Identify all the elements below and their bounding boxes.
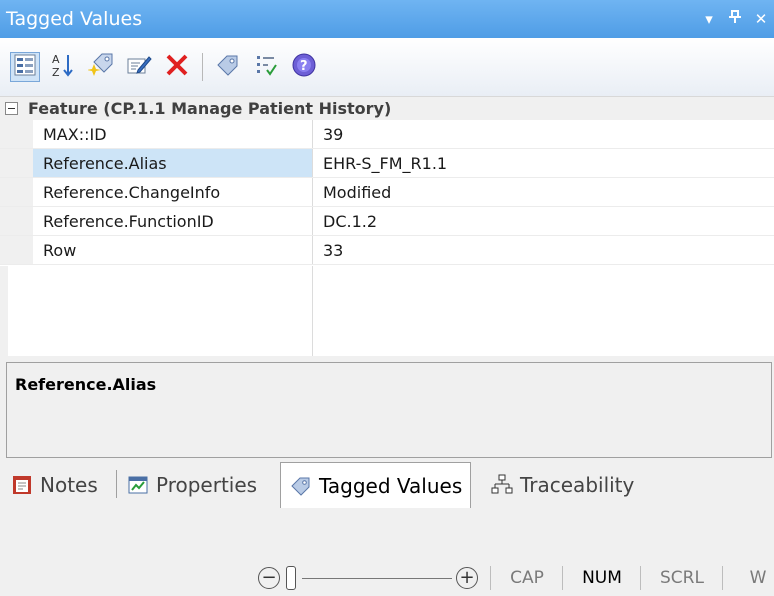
property-row[interactable]: Row 33 — [0, 236, 774, 265]
sort-alphabetical-button[interactable]: AZ — [48, 52, 78, 82]
category-label: Feature (CP.1.1 Manage Patient History) — [28, 99, 392, 118]
row-gutter — [0, 149, 33, 177]
properties-icon — [126, 473, 150, 497]
description-title: Reference.Alias — [15, 375, 157, 394]
categorized-view-button[interactable] — [10, 52, 40, 82]
traceability-icon — [490, 473, 514, 497]
close-icon[interactable]: ✕ — [748, 10, 774, 28]
help-icon: ? — [291, 52, 317, 83]
tab-traceability[interactable]: Traceability — [490, 464, 634, 506]
property-row[interactable]: MAX::ID 39 — [0, 120, 774, 149]
status-bar: − + CAP NUM SCRL W — [0, 560, 774, 596]
row-gutter — [0, 236, 33, 264]
scroll-lock-indicator: SCRL — [660, 568, 704, 588]
tag-icon — [289, 474, 313, 498]
property-value[interactable]: 39 — [313, 120, 774, 148]
property-name[interactable]: Row — [33, 236, 313, 264]
zoom-slider-track[interactable] — [302, 578, 452, 579]
tab-properties[interactable]: Properties — [126, 464, 257, 506]
description-panel: Reference.Alias — [6, 362, 772, 458]
categorized-view-icon — [14, 54, 36, 81]
toolbar: AZ ? — [0, 38, 774, 96]
overwrite-indicator: W — [749, 568, 767, 588]
tab-label: Notes — [40, 473, 98, 497]
grid-gutter — [0, 266, 8, 356]
property-value[interactable]: DC.1.2 — [313, 207, 774, 235]
status-separator — [490, 566, 491, 590]
property-name[interactable]: Reference.ChangeInfo — [33, 178, 313, 206]
status-separator — [722, 566, 723, 590]
row-gutter — [0, 207, 33, 235]
delete-icon — [165, 53, 189, 82]
category-row[interactable]: Feature (CP.1.1 Manage Patient History) — [0, 97, 774, 120]
sort-alphabetical-icon: AZ — [51, 52, 75, 83]
row-gutter — [0, 120, 33, 148]
window-title: Tagged Values — [6, 8, 143, 30]
property-value[interactable]: 33 — [313, 236, 774, 264]
svg-text:Z: Z — [52, 66, 60, 78]
status-separator — [562, 566, 563, 590]
notes-icon — [10, 473, 34, 497]
status-separator — [640, 566, 641, 590]
svg-text:A: A — [52, 53, 60, 66]
help-button[interactable]: ? — [289, 52, 319, 82]
property-name[interactable]: MAX::ID — [33, 120, 313, 148]
edit-tag-button[interactable] — [124, 52, 154, 82]
property-value[interactable]: Modified — [313, 178, 774, 206]
dropdown-icon[interactable]: ▾ — [696, 10, 722, 28]
collapse-icon[interactable] — [5, 102, 18, 115]
property-name[interactable]: Reference.FunctionID — [33, 207, 313, 235]
property-value[interactable]: EHR-S_FM_R1.1 — [313, 149, 774, 177]
checklist-icon — [254, 53, 278, 82]
edit-tag-icon — [126, 52, 152, 83]
tab-label: Tagged Values — [319, 473, 463, 498]
row-gutter — [0, 178, 33, 206]
tab-divider — [116, 470, 117, 498]
property-row[interactable]: Reference.ChangeInfo Modified — [0, 178, 774, 207]
new-tag-button[interactable] — [86, 52, 116, 82]
tag-button[interactable] — [213, 52, 243, 82]
tab-strip: Notes Properties Tagged Values Traceabil… — [0, 458, 774, 512]
pin-icon[interactable] — [722, 10, 748, 28]
caps-lock-indicator: CAP — [510, 568, 544, 588]
property-row-selected[interactable]: Reference.Alias EHR-S_FM_R1.1 — [0, 149, 774, 178]
property-row[interactable]: Reference.FunctionID DC.1.2 — [0, 207, 774, 236]
new-tag-icon — [87, 52, 114, 83]
svg-text:?: ? — [300, 59, 308, 74]
tab-tagged-values[interactable]: Tagged Values — [280, 462, 472, 508]
tab-notes[interactable]: Notes — [10, 464, 98, 506]
delete-button[interactable] — [162, 52, 192, 82]
window-titlebar: Tagged Values ▾ ✕ — [0, 0, 774, 38]
zoom-out-icon[interactable]: − — [258, 567, 280, 589]
checklist-button[interactable] — [251, 52, 281, 82]
num-lock-indicator: NUM — [582, 568, 622, 588]
toolbar-separator — [202, 53, 203, 81]
zoom-slider-thumb[interactable] — [286, 566, 296, 590]
tab-label: Traceability — [520, 473, 635, 497]
grid-empty-area — [0, 266, 774, 356]
tag-icon — [216, 53, 240, 82]
property-name[interactable]: Reference.Alias — [33, 149, 313, 177]
grid-column-divider[interactable] — [312, 266, 313, 356]
tab-label: Properties — [156, 473, 258, 497]
zoom-in-icon[interactable]: + — [456, 567, 478, 589]
property-grid: Feature (CP.1.1 Manage Patient History) … — [0, 96, 774, 356]
